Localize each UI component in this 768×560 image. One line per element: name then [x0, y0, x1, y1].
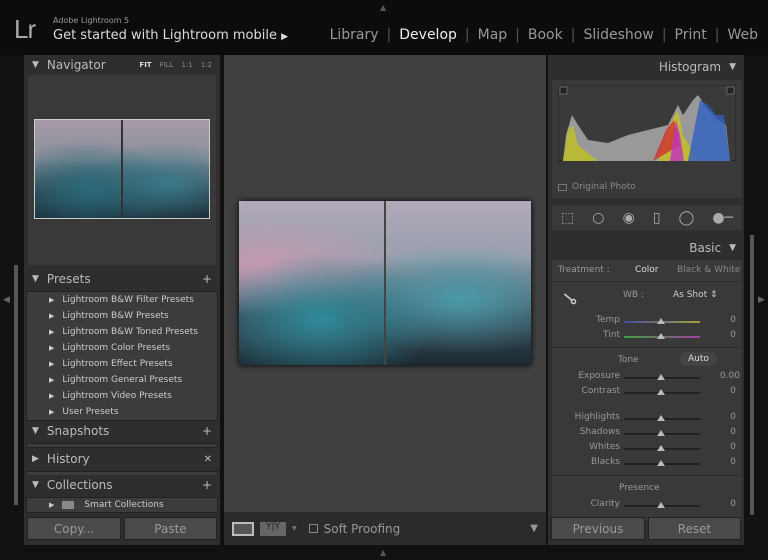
- exposure-slider[interactable]: Exposure 0.00: [552, 370, 742, 385]
- original-photo-icon: [558, 184, 567, 191]
- preset-folder[interactable]: ▶ Lightroom B&W Toned Presets: [27, 324, 217, 340]
- snapshots-header[interactable]: ▼ Snapshots +: [24, 421, 220, 441]
- module-library[interactable]: Library: [322, 27, 387, 43]
- clear-history-icon[interactable]: ✕: [204, 454, 212, 465]
- highlight-clipping-icon[interactable]: [726, 86, 735, 95]
- zoom-1-1[interactable]: 1:1: [181, 61, 192, 69]
- tone-label: Tone: [618, 355, 639, 365]
- image-canvas[interactable]: [224, 55, 546, 512]
- temp-slider[interactable]: Temp 0: [552, 314, 742, 329]
- original-photo-label: Original Photo: [572, 182, 636, 192]
- before-after-view-button[interactable]: Y|Y: [260, 521, 286, 536]
- module-picker: Library | Develop | Map | Book | Slideshow | …: [322, 27, 758, 43]
- collection-set-icon: [62, 501, 75, 509]
- right-scrollbar[interactable]: [750, 235, 754, 515]
- treatment-bw[interactable]: Black & White: [677, 265, 740, 275]
- adjustment-brush-icon[interactable]: ●─: [712, 210, 733, 226]
- expand-right-icon[interactable]: ▶: [758, 295, 765, 305]
- navigator-preview[interactable]: [28, 75, 216, 265]
- zoom-fit[interactable]: FIT: [139, 61, 151, 69]
- treatment-label: Treatment :: [558, 265, 610, 275]
- presence-label: Presence: [619, 483, 660, 493]
- preset-folder[interactable]: ▶ Lightroom B&W Presets: [27, 308, 217, 324]
- app-subtitle: Adobe Lightroom 5: [53, 16, 130, 25]
- add-preset-icon[interactable]: +: [202, 272, 212, 286]
- paste-button[interactable]: Paste: [124, 517, 217, 540]
- history-section: ▶ History ✕: [24, 449, 220, 478]
- preset-folder[interactable]: ▶ User Presets: [27, 404, 217, 420]
- collections-section: ▼ Collections + ▶ Smart Collections: [24, 475, 220, 515]
- history-header[interactable]: ▶ History ✕: [24, 449, 220, 469]
- highlights-slider[interactable]: Highlights 0: [552, 411, 742, 426]
- graduated-filter-icon[interactable]: ▯: [653, 210, 661, 226]
- module-book[interactable]: Book: [520, 27, 571, 43]
- navigator-header[interactable]: ▼ Navigator FIT FILL 1:1 1:2: [24, 55, 220, 75]
- whites-slider[interactable]: Whites 0: [552, 441, 742, 456]
- basic-panel: Treatment : Color Black & White ⊸ WB : A…: [552, 260, 742, 520]
- module-develop[interactable]: Develop: [391, 27, 465, 43]
- before-after-photo: [239, 201, 531, 365]
- histogram-panel: Original Photo: [552, 80, 742, 198]
- top-bar: ▲ Lr Adobe Lightroom 5 Get started with …: [0, 0, 768, 55]
- collections-header[interactable]: ▼ Collections +: [24, 475, 220, 495]
- lightroom-logo: Lr: [14, 14, 36, 44]
- collapse-bottom-icon[interactable]: ▲: [380, 548, 386, 557]
- soft-proofing-label: Soft Proofing: [323, 521, 401, 536]
- tint-slider[interactable]: Tint 0: [552, 329, 742, 344]
- histogram-header[interactable]: Histogram ▼: [548, 55, 744, 79]
- add-snapshot-icon[interactable]: +: [202, 424, 212, 438]
- presets-section: ▼ Presets + ▶ Lightroom B&W Filter Presets …: [24, 269, 220, 423]
- add-collection-icon[interactable]: +: [202, 478, 212, 492]
- presets-list: ▶ Lightroom B&W Filter Presets ▶ Lightroom…: [26, 291, 218, 421]
- contrast-slider[interactable]: Contrast 0: [552, 385, 742, 400]
- left-scrollbar[interactable]: [14, 265, 18, 505]
- histogram-graph: [558, 85, 736, 161]
- basic-header[interactable]: Basic ▼: [548, 237, 744, 259]
- module-print[interactable]: Print: [667, 27, 715, 43]
- treatment-color[interactable]: Color: [635, 265, 659, 275]
- auto-tone-button[interactable]: Auto: [680, 352, 717, 366]
- zoom-1-2[interactable]: 1:2: [201, 61, 212, 69]
- collapse-top-icon[interactable]: ▲: [380, 3, 386, 12]
- preset-folder[interactable]: ▶ Lightroom Video Presets: [27, 388, 217, 404]
- preset-folder[interactable]: ▶ Lightroom B&W Filter Presets: [27, 292, 217, 308]
- preset-folder[interactable]: ▶ Lightroom Effect Presets: [27, 356, 217, 372]
- expand-left-icon[interactable]: ◀: [3, 295, 10, 305]
- left-panel: ▼ Navigator FIT FILL 1:1 1:2 ▼ Presets + ▶ L…: [24, 55, 220, 545]
- collection-smart[interactable]: ▶ Smart Collections: [26, 497, 218, 513]
- wb-select[interactable]: As Shot ⇕: [673, 290, 718, 300]
- toolbar-menu-icon[interactable]: ▼: [530, 523, 538, 534]
- navigator-thumbnail: [34, 119, 210, 219]
- mobile-link[interactable]: Get started with Lightroom mobile ▶: [53, 28, 288, 43]
- crop-tool-icon[interactable]: ⬚: [561, 210, 574, 226]
- spot-removal-icon[interactable]: ○: [592, 210, 604, 226]
- shadows-slider[interactable]: Shadows 0: [552, 426, 742, 441]
- previous-button[interactable]: Previous: [551, 517, 645, 540]
- presets-header[interactable]: ▼ Presets +: [24, 269, 220, 289]
- bottom-toolbar: Y|Y ▼ Soft Proofing ▼: [224, 512, 546, 545]
- module-map[interactable]: Map: [470, 27, 516, 43]
- right-panel: Histogram ▼ Original Photo ⬚ ○ ◉ ▯ ◯ ●─ B…: [548, 55, 744, 545]
- preset-folder[interactable]: ▶ Lightroom General Presets: [27, 372, 217, 388]
- blacks-slider[interactable]: Blacks 0: [552, 456, 742, 471]
- snapshots-section: ▼ Snapshots +: [24, 421, 220, 450]
- shadow-clipping-icon[interactable]: [559, 86, 568, 95]
- soft-proofing-checkbox[interactable]: [308, 524, 318, 533]
- tool-strip: ⬚ ○ ◉ ▯ ◯ ●─: [552, 205, 742, 230]
- wb-label: WB :: [623, 290, 644, 300]
- clarity-slider[interactable]: Clarity 0: [552, 498, 742, 513]
- preset-folder[interactable]: ▶ Lightroom Color Presets: [27, 340, 217, 356]
- loupe-view-button[interactable]: [232, 521, 254, 536]
- zoom-fill[interactable]: FILL: [160, 61, 174, 69]
- module-slideshow[interactable]: Slideshow: [575, 27, 661, 43]
- copy-button[interactable]: Copy...: [27, 517, 121, 540]
- radial-filter-icon[interactable]: ◯: [679, 210, 695, 226]
- reset-button[interactable]: Reset: [648, 517, 741, 540]
- module-web[interactable]: Web: [719, 27, 758, 43]
- wb-eyedropper-icon[interactable]: ⊸: [556, 283, 584, 312]
- red-eye-icon[interactable]: ◉: [623, 210, 635, 226]
